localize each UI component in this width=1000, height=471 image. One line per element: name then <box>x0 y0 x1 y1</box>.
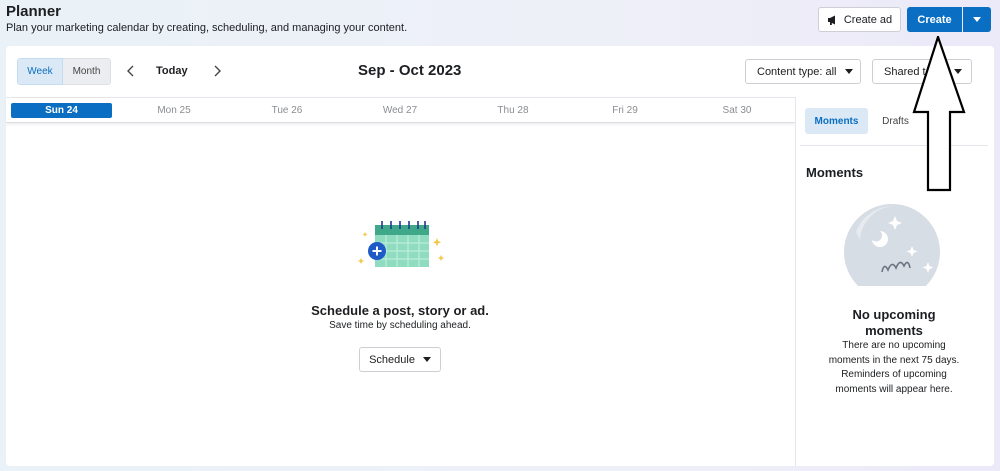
crystal-ball-icon <box>844 204 940 286</box>
no-moments-line: moments will appear here. <box>835 383 953 395</box>
schedule-label: Schedule <box>369 353 415 366</box>
sidebar-divider <box>795 97 796 466</box>
no-moments-line: moments in the next 75 days. <box>828 354 960 366</box>
empty-state-title: Schedule a post, story or ad. <box>311 303 489 318</box>
caret-down-icon <box>844 69 853 74</box>
chevron-left-icon[interactable] <box>124 63 138 79</box>
view-toggle: Week Month <box>17 58 111 85</box>
create-dropdown-button[interactable] <box>963 7 991 32</box>
day-column-wed[interactable]: Wed 27 <box>350 103 450 118</box>
create-label: Create <box>917 13 952 26</box>
caret-down-icon <box>422 357 431 362</box>
empty-state-subtitle: Save time by scheduling ahead. <box>329 320 471 331</box>
no-moments-title-line1: No upcoming <box>852 307 936 322</box>
calendar-add-icon <box>358 221 444 267</box>
day-column-tue[interactable]: Tue 26 <box>237 103 337 118</box>
moments-section-title: Moments <box>806 165 864 180</box>
shared-to-dropdown[interactable]: Shared to all <box>872 59 972 84</box>
no-moments-title: No upcoming moments <box>814 307 974 339</box>
content-type-label: Content type: all <box>757 65 837 78</box>
day-column-sun[interactable]: Sun 24 <box>11 103 112 118</box>
content-type-dropdown[interactable]: Content type: all <box>745 59 861 84</box>
day-column-sat[interactable]: Sat 30 <box>687 103 787 118</box>
schedule-button[interactable]: Schedule <box>359 347 441 372</box>
sidebar-tabs: Moments Drafts <box>805 108 923 134</box>
create-button[interactable]: Create <box>907 7 962 32</box>
no-moments-title-line2: moments <box>865 323 923 338</box>
caret-down-icon <box>953 69 962 74</box>
today-button[interactable]: Today <box>156 65 188 77</box>
planner-panel: Week Month Today Sep - Oct 2023 Content … <box>6 46 994 466</box>
day-column-fri[interactable]: Fri 29 <box>575 103 675 118</box>
no-moments-line: Reminders of upcoming <box>841 369 947 380</box>
no-moments-line: There are no upcoming <box>842 340 946 351</box>
sidebar-separator <box>800 145 988 146</box>
create-ad-button[interactable]: Create ad <box>818 7 901 32</box>
day-column-mon[interactable]: Mon 25 <box>124 103 224 118</box>
day-column-thu[interactable]: Thu 28 <box>463 103 563 118</box>
no-moments-description: There are no upcoming moments in the nex… <box>814 339 974 397</box>
page-title: Planner <box>6 3 62 20</box>
tab-moments[interactable]: Moments <box>805 108 868 134</box>
page-subtitle: Plan your marketing calendar by creating… <box>6 22 408 34</box>
week-day-header: Sun 24 Mon 25 Tue 26 Wed 27 Thu 28 Fri 2… <box>6 97 795 123</box>
week-view-button[interactable]: Week <box>17 58 63 85</box>
shared-to-label: Shared to all <box>884 65 946 78</box>
caret-down-icon <box>973 17 981 22</box>
date-range-title: Sep - Oct 2023 <box>358 62 462 79</box>
month-view-button[interactable]: Month <box>63 58 111 85</box>
create-ad-label: Create ad <box>843 13 893 26</box>
tab-drafts[interactable]: Drafts <box>868 108 923 134</box>
chevron-right-icon[interactable] <box>210 63 224 79</box>
megaphone-icon <box>827 15 835 25</box>
